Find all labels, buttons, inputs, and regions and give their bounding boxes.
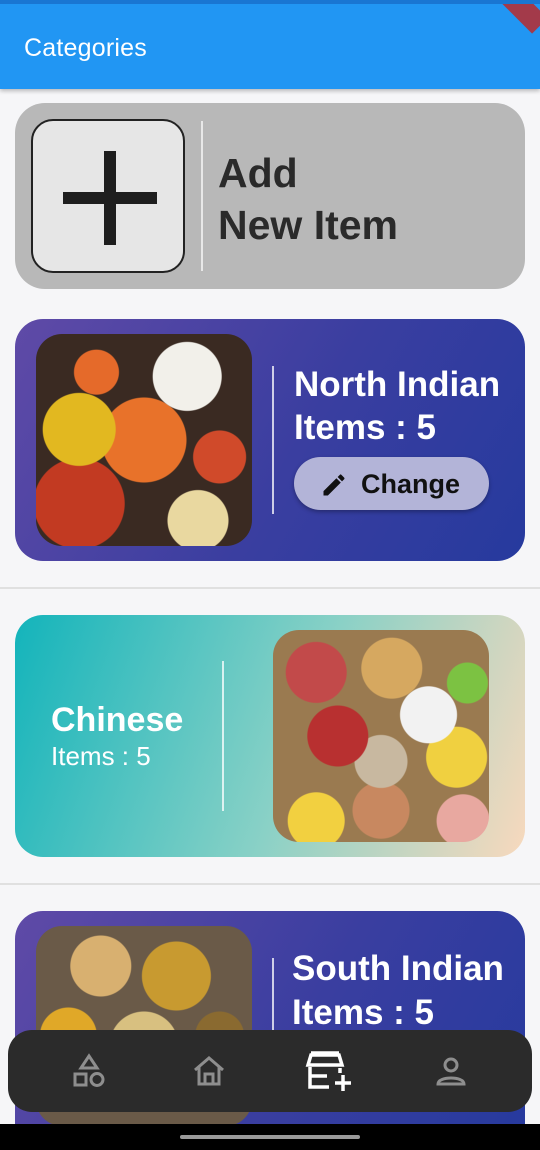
change-button-label: Change bbox=[361, 469, 461, 499]
category-item-count: Items : 5 bbox=[294, 408, 436, 447]
category-card-chinese[interactable]: Chinese Items : 5 bbox=[15, 615, 525, 857]
home-indicator[interactable] bbox=[180, 1135, 360, 1139]
plus-icon bbox=[63, 151, 157, 245]
card-divider bbox=[272, 366, 274, 514]
add-store-icon bbox=[305, 1051, 351, 1091]
app-bar: Categories bbox=[0, 0, 540, 89]
category-item-count: Items : 5 bbox=[51, 741, 151, 771]
add-icon-box[interactable] bbox=[31, 119, 185, 273]
nav-home-tab[interactable] bbox=[164, 1030, 254, 1112]
category-name: Chinese bbox=[51, 701, 184, 739]
list-separator bbox=[0, 587, 540, 589]
nav-add-store-tab[interactable] bbox=[286, 1030, 376, 1112]
north-indian-food-image bbox=[36, 334, 252, 546]
change-button[interactable]: Change bbox=[294, 457, 489, 510]
bottom-navigation-bar bbox=[8, 1030, 532, 1112]
groceries-food-image bbox=[273, 630, 489, 842]
profile-icon bbox=[436, 1057, 466, 1086]
add-card-divider bbox=[201, 121, 203, 271]
system-navigation-bar bbox=[0, 1124, 540, 1150]
category-name: North Indian bbox=[294, 365, 501, 404]
add-new-item-label: Add New Item bbox=[218, 147, 398, 251]
category-item-count: Items : 5 bbox=[292, 993, 434, 1032]
debug-banner bbox=[502, 4, 540, 34]
home-icon bbox=[194, 1056, 224, 1086]
shapes-icon bbox=[73, 1053, 105, 1087]
category-name: South Indian bbox=[292, 949, 504, 988]
nav-categories-tab[interactable] bbox=[44, 1030, 134, 1112]
nav-profile-tab[interactable] bbox=[406, 1030, 496, 1112]
category-card-north-indian[interactable]: North Indian Items : 5 Change bbox=[15, 319, 525, 561]
list-separator bbox=[0, 883, 540, 885]
page-title: Categories bbox=[24, 34, 147, 62]
edit-pencil-icon bbox=[323, 474, 345, 496]
add-new-item-card[interactable]: Add New Item bbox=[15, 103, 525, 289]
add-label-line2: New Item bbox=[218, 202, 398, 248]
card-divider bbox=[222, 661, 224, 811]
add-label-line1: Add bbox=[218, 150, 298, 196]
